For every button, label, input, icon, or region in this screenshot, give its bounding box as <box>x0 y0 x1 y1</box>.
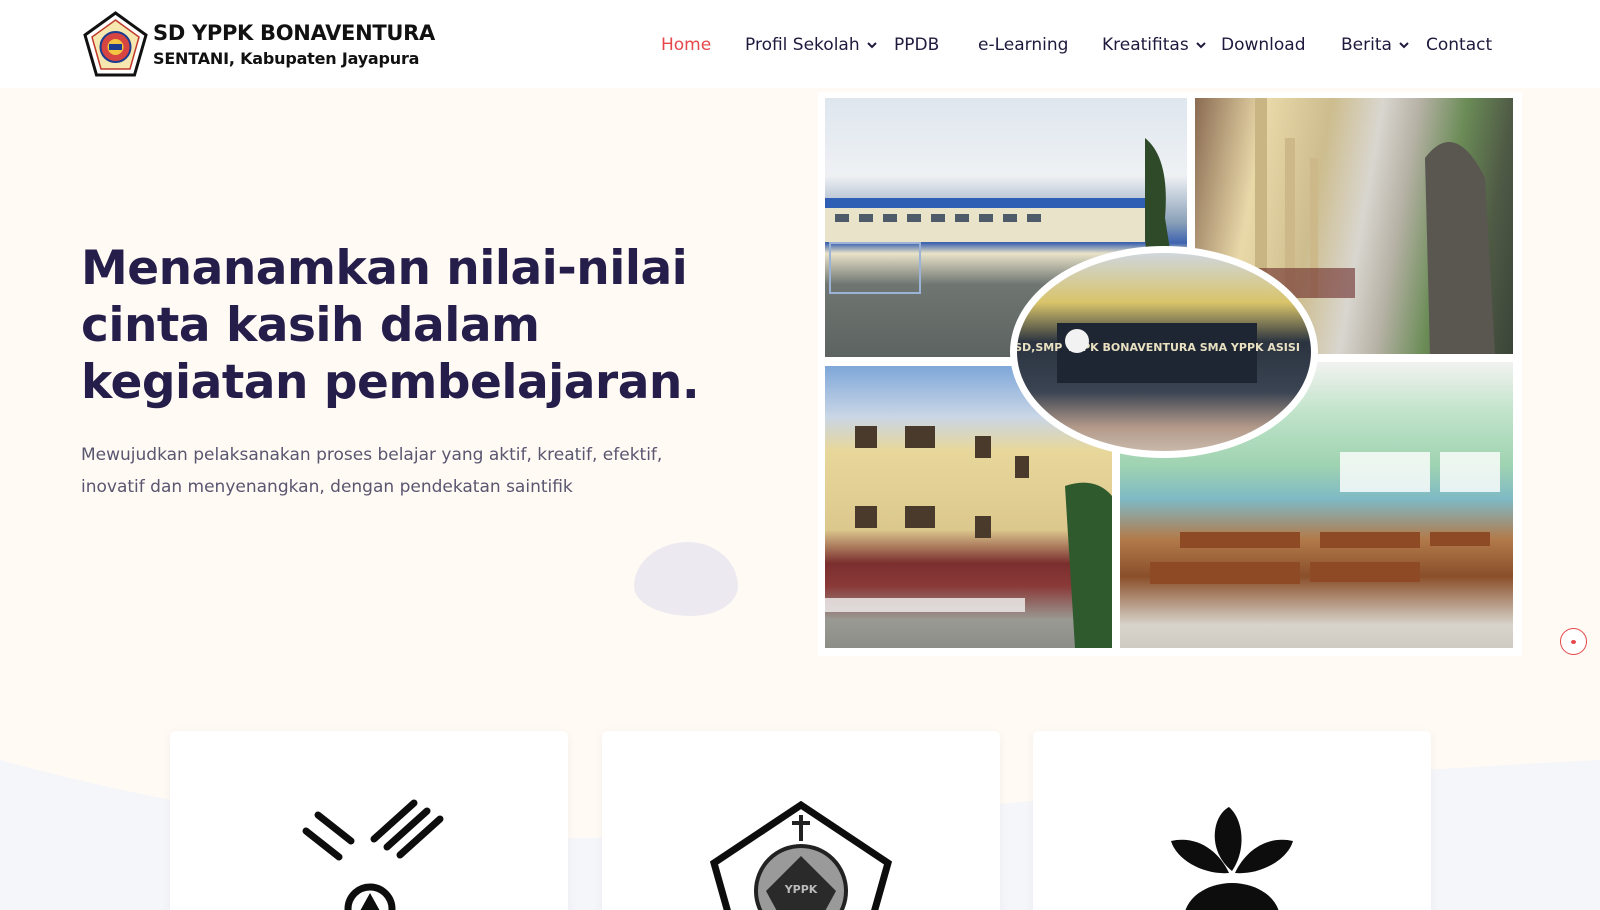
brand-subtitle: SENTANI, Kabupaten Jayapura <box>153 49 420 68</box>
nav-item-kreatifitas[interactable]: Kreatifitas <box>1102 31 1207 59</box>
feature-card[interactable] <box>170 731 568 910</box>
nav-item-label: Kreatifitas <box>1102 35 1189 55</box>
nav-item-contact[interactable]: Contact <box>1426 31 1492 59</box>
nav-item-berita[interactable]: Berita <box>1341 31 1410 59</box>
nav-item-label: e-Learning <box>978 35 1069 55</box>
nav-item-label: Home <box>661 35 712 55</box>
school-sign-photo: SD,SMP YPPK BONAVENTURA SMA YPPK ASISI <box>1010 246 1318 458</box>
nav-item-download[interactable]: Download <box>1221 31 1306 59</box>
nav-item-profil-sekolah[interactable]: Profil Sekolah <box>745 31 878 59</box>
feature-card[interactable]: YPPK <box>602 731 1000 910</box>
nav-item-label: Download <box>1221 35 1306 55</box>
nav-item-home[interactable]: Home <box>661 31 711 59</box>
chevron-down-icon <box>1399 42 1409 49</box>
nav-item-label: Contact <box>1426 35 1493 55</box>
scroll-indicator-button[interactable] <box>1560 628 1587 655</box>
svg-text:YPPK: YPPK <box>784 883 818 896</box>
nav-item-e-learning[interactable]: e-Learning <box>978 31 1068 59</box>
hero-subtext: Mewujudkan pelaksanakan proses belajar y… <box>81 445 663 497</box>
nav-item-ppdb[interactable]: PPDB <box>894 31 939 59</box>
medal-icon <box>302 799 444 910</box>
chevron-down-icon <box>1195 42 1206 49</box>
nav-item-label: PPDB <box>894 35 940 55</box>
sprout-icon <box>1171 807 1293 910</box>
nav-item-label: Profil Sekolah <box>745 35 860 55</box>
brand-title[interactable]: SD YPPK BONAVENTURA <box>153 21 435 45</box>
yppk-emblem-icon: YPPK <box>709 801 893 910</box>
chevron-down-icon <box>866 42 877 49</box>
hero-headline: Menanamkan nilai-nilai cinta kasih dalam… <box>81 241 700 410</box>
site-header: SD YPPK BONAVENTURA SENTANI, Kabupaten J… <box>0 0 1600 88</box>
school-crest-icon[interactable] <box>82 11 149 79</box>
feature-card[interactable] <box>1033 731 1431 910</box>
nav-item-label: Berita <box>1341 35 1392 55</box>
sign-text: SD,SMP YPPK BONAVENTURA SMA YPPK ASISI <box>1017 341 1300 354</box>
